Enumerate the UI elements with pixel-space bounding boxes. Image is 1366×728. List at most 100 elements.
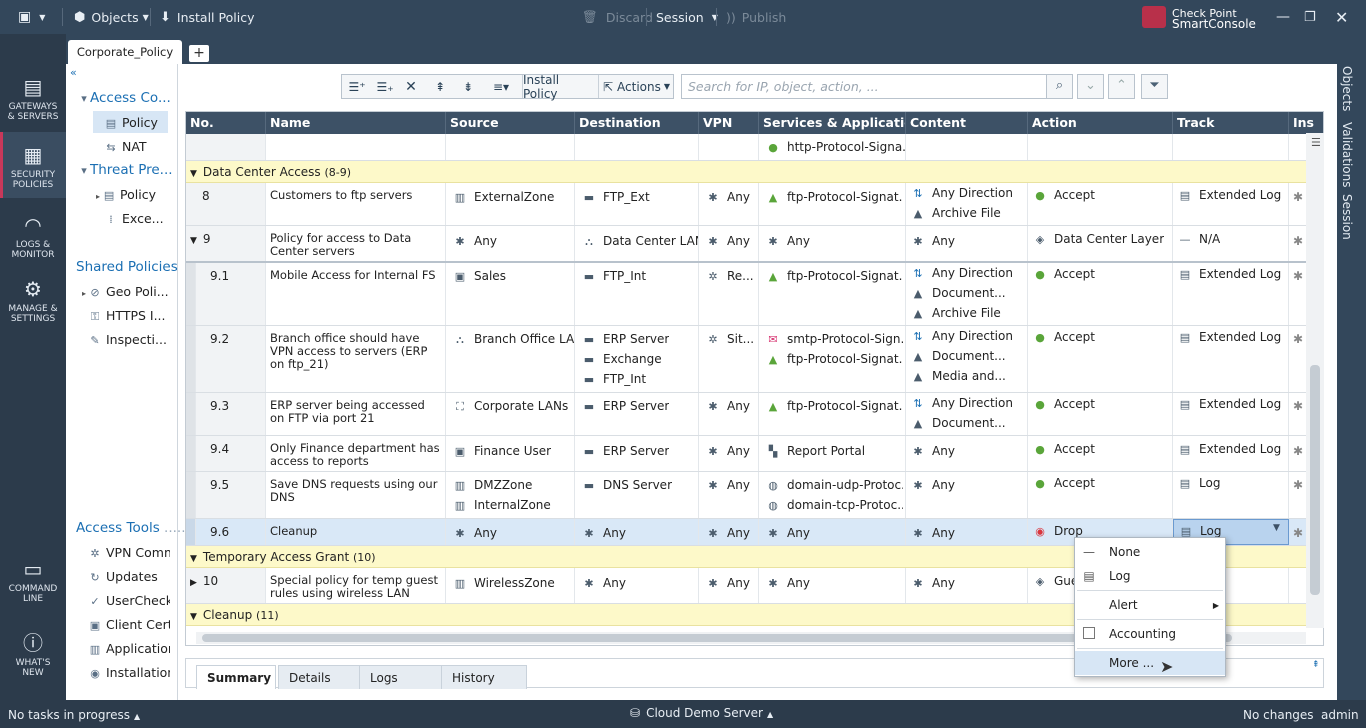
- nat-icon: ⇆: [106, 141, 116, 154]
- table-row[interactable]: ● http-Protocol-Signa...: [186, 134, 1307, 161]
- col-source[interactable]: Source: [446, 112, 575, 134]
- section-data-center-access[interactable]: ▼ Data Center Access (8-9): [186, 161, 1307, 183]
- toolbar-install-policy[interactable]: Install Policy: [522, 73, 594, 101]
- tab-summary[interactable]: Summary: [196, 665, 276, 689]
- table-row[interactable]: 9.1 Mobile Access for Internal FS ▣ Sales…: [186, 263, 1307, 326]
- add-tab-button[interactable]: +: [189, 45, 209, 62]
- minimize-button[interactable]: —: [1276, 0, 1290, 34]
- tool-installation-history[interactable]: ◉ Installation: [88, 665, 170, 680]
- search-input[interactable]: Search for IP, object, action, ...: [681, 74, 1047, 99]
- col-track[interactable]: Track: [1173, 112, 1289, 134]
- table-row[interactable]: 9.4 Only Finance department has access t…: [186, 436, 1307, 472]
- tree-tp-policy[interactable]: ▸ ▤ Policy: [96, 187, 156, 202]
- table-row[interactable]: 8 Customers to ftp servers ▥ ExternalZone…: [186, 183, 1307, 226]
- col-name[interactable]: Name: [266, 112, 446, 134]
- sidebar-tab-objects[interactable]: Objects: [1340, 66, 1354, 111]
- col-no[interactable]: No.: [186, 112, 266, 134]
- tab-history[interactable]: History: [441, 665, 527, 689]
- tree-inspection-settings[interactable]: ✎ Inspecti...: [88, 332, 166, 347]
- expand-pane-icon[interactable]: ⇞: [1312, 660, 1320, 670]
- accept-icon: ●: [1035, 443, 1045, 456]
- nav-manage-settings[interactable]: ⚙ MANAGE & SETTINGS: [0, 278, 66, 324]
- col-install-on[interactable]: Ins: [1289, 112, 1323, 134]
- install-policy-button[interactable]: ⬇ Install Policy: [160, 0, 254, 34]
- col-services[interactable]: Services & Applications: [759, 112, 906, 134]
- collapse-panel-icon[interactable]: «: [70, 66, 77, 79]
- network-icon: ⛬: [456, 333, 464, 346]
- col-vpn[interactable]: VPN: [699, 112, 759, 134]
- table-row[interactable]: 9.3 ERP server being accessed on FTP via…: [186, 393, 1307, 436]
- menu-item-none[interactable]: — None: [1075, 540, 1225, 564]
- tool-usercheck[interactable]: ✓ UserCheck: [88, 593, 170, 608]
- nav-command-line[interactable]: ▭ COMMAND LINE: [0, 558, 66, 604]
- tasks-status[interactable]: No tasks in progress ▲: [8, 708, 140, 722]
- app-menu-button[interactable]: ▣ ▼: [18, 0, 45, 34]
- col-destination[interactable]: Destination: [575, 112, 699, 134]
- tool-updates[interactable]: ↻ Updates: [88, 569, 170, 584]
- discard-button[interactable]: 🗑 Discard: [582, 0, 653, 34]
- vertical-scrollbar[interactable]: ☰: [1306, 133, 1324, 628]
- session-menu-button[interactable]: Session ▼: [656, 0, 718, 34]
- actions-menu-button[interactable]: ⇱ Actions ▼: [598, 75, 674, 98]
- tree-geo-policy[interactable]: ▸ ⊘ Geo Poli...: [82, 284, 170, 299]
- data-type-icon: ▲: [913, 417, 923, 430]
- user-name[interactable]: admin: [1321, 708, 1359, 722]
- table-row[interactable]: 9.2 Branch office should have VPN access…: [186, 326, 1307, 393]
- server-status[interactable]: ⛁ Cloud Demo Server ▲: [630, 706, 773, 720]
- application-icon: ▚: [768, 445, 778, 458]
- publish-button[interactable]: )) Publish: [726, 0, 786, 34]
- column-options-icon[interactable]: ☰: [1311, 136, 1321, 149]
- tree-https-inspection[interactable]: ⚿ HTTPS I...: [88, 308, 170, 324]
- menu-item-more[interactable]: More ...: [1075, 651, 1225, 675]
- vpn-icon: ✲: [90, 547, 100, 560]
- tool-client-certificates[interactable]: ▣ Client Certi: [88, 617, 170, 632]
- restore-button[interactable]: ❐: [1304, 0, 1316, 34]
- sidebar-tab-validations[interactable]: Validations: [1340, 122, 1354, 188]
- menu-item-accounting[interactable]: Accounting: [1075, 622, 1225, 646]
- tree-access-tools[interactable]: Access Tools .....: [76, 520, 186, 536]
- rulebase-toolbar: ☰⁺ ☰₊ ✕ ⇞ ⇟ ≡▾ Install Policy ⇱ Actions ▼: [341, 73, 674, 101]
- next-result-icon[interactable]: ⌄: [1077, 74, 1104, 99]
- tree-tp-exceptions[interactable]: ⁞ Exce...: [104, 211, 163, 226]
- tool-applications[interactable]: ▥ Applicatior: [88, 641, 170, 656]
- objects-menu-button[interactable]: ⬢ Objects ▼: [74, 0, 149, 34]
- tool-vpn-communities[interactable]: ✲ VPN Comm: [88, 545, 170, 560]
- close-button[interactable]: ✕: [1335, 0, 1348, 34]
- sidebar-tab-session[interactable]: Session: [1340, 194, 1354, 240]
- nav-security-policies[interactable]: ▦ SECURITY POLICIES: [0, 144, 66, 190]
- menu-item-log[interactable]: ▤ Log: [1075, 564, 1225, 588]
- nav-logs-monitor[interactable]: ◠ LOGS & MONITOR: [0, 214, 66, 260]
- tab-logs[interactable]: Logs: [359, 665, 443, 689]
- protocol-icon: ▲: [768, 270, 778, 283]
- tree-access-control[interactable]: ▾ Access Co...: [80, 90, 171, 106]
- menu-item-alert[interactable]: Alert ▶: [1075, 593, 1225, 617]
- nav-gateways-servers[interactable]: ▤ GATEWAYS & SERVERS: [0, 76, 66, 122]
- tab-details[interactable]: Details: [278, 665, 362, 689]
- checkbox-icon[interactable]: [1081, 626, 1097, 642]
- tree-threat-prevention[interactable]: ▾ Threat Pre...: [80, 162, 172, 178]
- add-rule-above-icon[interactable]: ☰⁺: [344, 75, 370, 98]
- collapse-all-icon[interactable]: ⇟: [456, 75, 480, 98]
- log-icon: ▤: [1179, 268, 1191, 281]
- list-menu-icon[interactable]: ≡▾: [486, 75, 516, 98]
- search-icon[interactable]: ⌕: [1046, 74, 1073, 99]
- vertical-scroll-thumb[interactable]: [1310, 365, 1320, 595]
- table-row[interactable]: 9.5 Save DNS requests using our DNS ▥ DMZ…: [186, 472, 1307, 519]
- previous-result-icon[interactable]: ⌃: [1108, 74, 1135, 99]
- delete-rule-icon[interactable]: ✕: [400, 75, 422, 98]
- table-row[interactable]: ▼ 9 Policy for access to Data Center serv…: [186, 226, 1307, 263]
- any-icon: ✱: [708, 445, 718, 458]
- tree-shared-policies[interactable]: Shared Policies: [76, 259, 178, 275]
- tree-policy[interactable]: ▤ Policy: [104, 115, 158, 130]
- dropdown-arrow-icon[interactable]: ▼: [1273, 523, 1280, 533]
- any-icon: ✱: [708, 191, 718, 204]
- expand-all-icon[interactable]: ⇞: [428, 75, 452, 98]
- filter-icon[interactable]: ⏷: [1141, 74, 1168, 99]
- tree-nat[interactable]: ⇆ NAT: [104, 139, 146, 154]
- nav-whats-new[interactable]: ⓘ WHAT'S NEW: [0, 632, 66, 678]
- tab-corporate-policy[interactable]: Corporate_Policy: [68, 40, 182, 64]
- server-icon: ▬: [583, 445, 595, 458]
- col-action[interactable]: Action: [1028, 112, 1173, 134]
- add-rule-below-icon[interactable]: ☰₊: [372, 75, 398, 98]
- col-content[interactable]: Content: [906, 112, 1028, 134]
